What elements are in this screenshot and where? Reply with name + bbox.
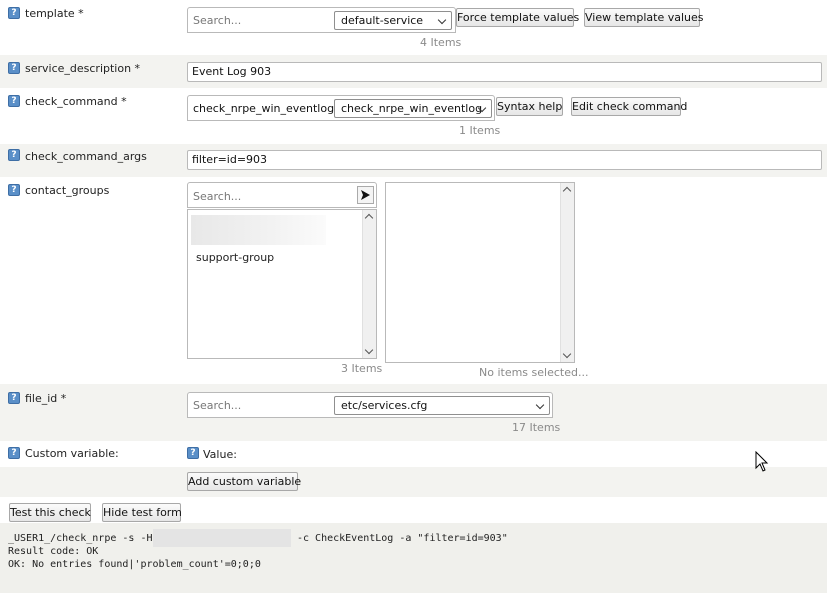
service-description-input[interactable]: Event Log 903 (187, 62, 822, 82)
check-command-count: 1 Items (459, 124, 501, 137)
scrollbar[interactable] (560, 183, 574, 362)
help-icon[interactable]: ? (8, 7, 20, 19)
file-id-row: ? file_id * Search... etc/services.cfg 1… (0, 384, 827, 441)
scrollbar[interactable] (362, 210, 376, 358)
scroll-up-arrow-icon[interactable] (562, 186, 572, 196)
hide-test-form-button[interactable]: Hide test form (102, 503, 182, 522)
mouse-cursor-icon (755, 450, 769, 473)
file-id-select-value: etc/services.cfg (341, 399, 428, 412)
check-command-search-input[interactable]: check_nrpe_win_eventlog (193, 102, 334, 115)
check-command-args-input[interactable]: filter=id=903 (187, 150, 822, 170)
help-icon[interactable]: ? (8, 62, 20, 74)
file-id-select[interactable]: etc/services.cfg (334, 396, 550, 415)
file-id-search-input[interactable]: Search... (193, 399, 241, 412)
help-icon[interactable]: ? (8, 392, 20, 404)
help-icon[interactable]: ? (8, 184, 20, 196)
test-buttons-row: Test this check Hide test form (0, 497, 827, 523)
contact-groups-available-list[interactable]: support-group (187, 209, 377, 359)
contact-groups-label: contact_groups (25, 184, 110, 197)
check-command-select[interactable]: check_nrpe_win_eventlog (334, 99, 492, 118)
check-command-row: ? check_command * check_nrpe_win_eventlo… (0, 88, 827, 144)
test-command-suffix: -c CheckEventLog -a "filter=id=903" (297, 533, 508, 544)
scroll-down-arrow-icon[interactable] (562, 349, 572, 359)
file-id-count: 17 Items (512, 421, 561, 434)
test-output-text: OK: No entries found|'problem_count'=0;0… (8, 559, 261, 570)
file-id-label: file_id * (25, 392, 67, 405)
custom-variable-value-label: Value: (203, 448, 237, 461)
scroll-down-arrow-icon[interactable] (364, 345, 374, 355)
test-result-code: Result code: OK (8, 546, 99, 557)
service-description-row: ? service_description * Event Log 903 (0, 55, 827, 88)
add-custom-variable-row: Add custom variable (0, 467, 827, 497)
help-icon[interactable]: ? (187, 447, 199, 459)
add-custom-variable-button[interactable]: Add custom variable (187, 472, 301, 491)
chevron-down-icon (437, 15, 447, 25)
service-description-label: service_description * (25, 62, 141, 75)
check-command-args-row: ? check_command_args filter=id=903 (0, 144, 827, 177)
contact-groups-available-count: 3 Items (341, 362, 383, 375)
chevron-down-icon (535, 400, 545, 410)
help-icon[interactable]: ? (8, 447, 20, 459)
template-label: template * (25, 7, 84, 20)
template-row: ? template * Search... default-service F… (0, 0, 827, 55)
redacted-host (153, 529, 291, 547)
help-icon[interactable]: ? (8, 95, 20, 107)
contact-groups-search-input[interactable]: Search... (193, 190, 241, 203)
check-command-select-value: check_nrpe_win_eventlog (341, 102, 483, 115)
template-select[interactable]: default-service (334, 11, 452, 30)
test-command-prefix: _USER1_/check_nrpe -s -H (8, 533, 153, 544)
check-command-args-label: check_command_args (25, 150, 147, 163)
view-template-values-button[interactable]: View template values (584, 8, 704, 27)
test-this-check-button[interactable]: Test this check (9, 503, 91, 522)
custom-variable-label: Custom variable: (25, 447, 119, 460)
check-command-combobox: check_nrpe_win_eventlog check_nrpe_win_e… (187, 95, 495, 121)
check-command-label: check_command * (25, 95, 127, 108)
contact-groups-selected-list[interactable] (385, 182, 575, 363)
force-template-values-button[interactable]: Force template values (456, 8, 579, 27)
list-item[interactable]: support-group (196, 251, 274, 264)
syntax-help-button[interactable]: Syntax help (496, 97, 563, 116)
template-combobox: Search... default-service (187, 7, 456, 33)
scroll-up-arrow-icon[interactable] (364, 213, 374, 223)
contact-groups-row: ? contact_groups Search... support-group… (0, 177, 827, 384)
contact-groups-search: Search... (187, 182, 377, 208)
template-count: 4 Items (420, 36, 462, 49)
redacted-list-item (191, 215, 326, 245)
help-icon[interactable]: ? (8, 149, 20, 161)
edit-check-command-button[interactable]: Edit check command (571, 97, 687, 116)
file-id-combobox: Search... etc/services.cfg (187, 392, 553, 418)
custom-variable-row: ? Custom variable: ? Value: (0, 441, 827, 467)
test-output-panel: _USER1_/check_nrpe -s -H -c CheckEventLo… (0, 523, 827, 593)
contact-groups-selected-placeholder: No items selected... (479, 366, 589, 379)
template-select-value: default-service (341, 14, 424, 27)
template-search-input[interactable]: Search... (193, 14, 241, 27)
send-arrow-icon[interactable] (357, 186, 374, 204)
